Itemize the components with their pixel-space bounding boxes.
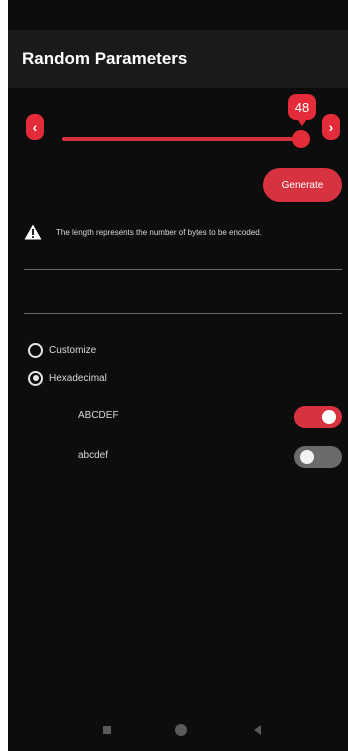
slider-value: 48: [294, 99, 310, 115]
home-icon[interactable]: [175, 724, 187, 736]
toggle-row-uppercase: ABCDEF: [8, 402, 348, 432]
info-text: The length represents the number of byte…: [56, 227, 262, 237]
uppercase-switch[interactable]: [294, 406, 342, 428]
slider-value-bubble: 48: [288, 94, 316, 126]
app-screen: Random Parameters ‹ 48 › Generate The le…: [8, 0, 348, 751]
divider: [24, 269, 342, 270]
recents-icon[interactable]: [103, 726, 111, 734]
toggle-label: abcdef: [78, 450, 109, 461]
system-nav-bar: [8, 709, 348, 751]
app-bar: Random Parameters: [8, 30, 348, 88]
increase-button[interactable]: ›: [322, 114, 340, 140]
toggle-label: ABCDEF: [78, 410, 119, 421]
lowercase-switch[interactable]: [294, 446, 342, 468]
generate-button[interactable]: Generate: [263, 168, 342, 202]
chevron-left-icon: ‹: [32, 119, 38, 135]
generate-label: Generate: [281, 179, 324, 191]
switch-knob: [300, 450, 314, 464]
radio-hexadecimal[interactable]: Hexadecimal: [28, 368, 107, 388]
decrease-button[interactable]: ‹: [26, 114, 44, 140]
info-message: The length represents the number of byte…: [24, 222, 342, 242]
divider: [24, 313, 342, 314]
radio-label: Customize: [49, 344, 97, 356]
switch-knob: [322, 410, 336, 424]
back-icon[interactable]: [254, 725, 261, 735]
radio-button[interactable]: [28, 342, 43, 358]
length-slider-row: ‹ 48 ›: [8, 90, 348, 180]
toggle-row-lowercase: abcdef: [8, 442, 348, 472]
status-bar: [8, 0, 348, 30]
chevron-right-icon: ›: [328, 119, 334, 135]
page-title: Random Parameters: [22, 49, 188, 68]
radio-label: Hexadecimal: [49, 372, 107, 384]
radio-button[interactable]: [28, 370, 43, 386]
slider-thumb[interactable]: [292, 130, 310, 148]
slider-track[interactable]: [62, 137, 302, 141]
radio-customize[interactable]: Customize: [28, 340, 96, 360]
warning-icon: [24, 224, 42, 240]
